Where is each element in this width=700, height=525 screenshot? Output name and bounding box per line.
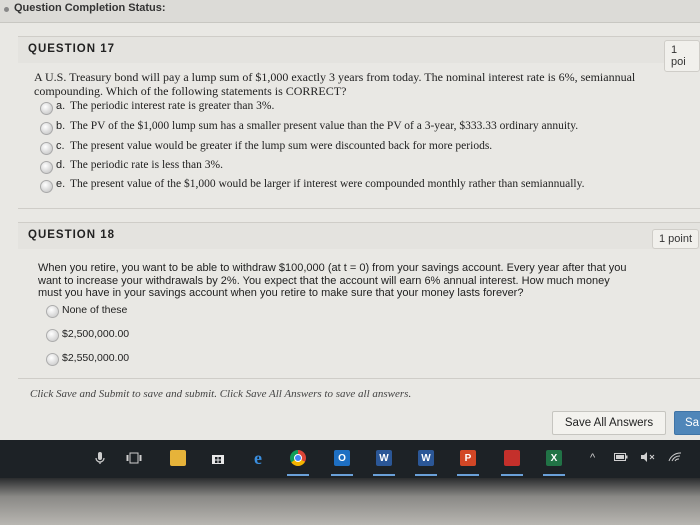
active-app-indicator [331,474,353,476]
question-17-title: QUESTION 17 [28,43,116,55]
speaker-icon[interactable] [640,452,656,465]
save-and-submit-button[interactable]: Sa [674,411,700,435]
question-18-title: QUESTION 18 [28,229,116,241]
question-18-header: QUESTION 18 [18,222,700,249]
chevron-up-icon[interactable]: ^ [590,452,595,464]
question-18-text: When you retire, you want to be able to … [38,262,658,300]
footer-instructions: Click Save and Submit to save and submit… [30,388,412,400]
radio-button[interactable] [40,142,53,155]
question-18-line-2: want to increase your withdrawals by 2%.… [38,274,610,287]
question-17-header: QUESTION 17 [18,36,700,63]
taskbar: e O W W P X ^ [0,440,700,478]
footer-divider [18,378,700,379]
active-app-indicator [373,474,395,476]
question-18-line-1: When you retire, you want to be able to … [38,262,627,274]
word-icon[interactable]: W [418,450,434,466]
radio-button[interactable] [46,329,59,342]
active-app-indicator [543,474,565,476]
active-app-indicator [287,474,309,476]
radio-button[interactable] [46,305,59,318]
question-17-points: 1 poi [664,40,700,72]
wifi-icon[interactable] [668,452,682,465]
excel-icon[interactable]: X [546,450,562,466]
question-17-text: A U.S. Treasury bond will pay a lump sum… [34,70,636,98]
question-divider [18,208,700,209]
collapse-icon[interactable] [4,7,9,12]
store-icon[interactable] [210,450,226,466]
monitor-bezel [0,478,700,525]
radio-button[interactable] [46,353,59,366]
active-app-indicator [415,474,437,476]
radio-button[interactable] [40,180,53,193]
microphone-icon[interactable] [92,450,108,466]
task-view-icon[interactable] [126,450,142,466]
radio-button[interactable] [40,102,53,115]
browser-content: Question Completion Status: QUESTION 17 … [0,0,700,440]
completion-status-bar[interactable]: Question Completion Status: [0,0,700,23]
edge-icon[interactable]: e [250,448,266,468]
word-icon[interactable]: W [376,450,392,466]
file-explorer-icon[interactable] [170,450,186,466]
radio-button[interactable] [40,122,53,135]
question-18-points: 1 point [652,229,700,249]
active-app-indicator [501,474,523,476]
acrobat-icon[interactable] [504,450,520,466]
chrome-icon[interactable] [290,450,306,466]
outlook-icon[interactable]: O [334,450,350,466]
radio-button[interactable] [40,161,53,174]
battery-icon[interactable] [614,452,628,464]
completion-status-label: Question Completion Status: [14,2,166,14]
question-18-line-3: must you have in your savings account wh… [38,287,524,299]
active-app-indicator [457,474,479,476]
save-all-answers-button[interactable]: Save All Answers [552,411,666,435]
powerpoint-icon[interactable]: P [460,450,476,466]
